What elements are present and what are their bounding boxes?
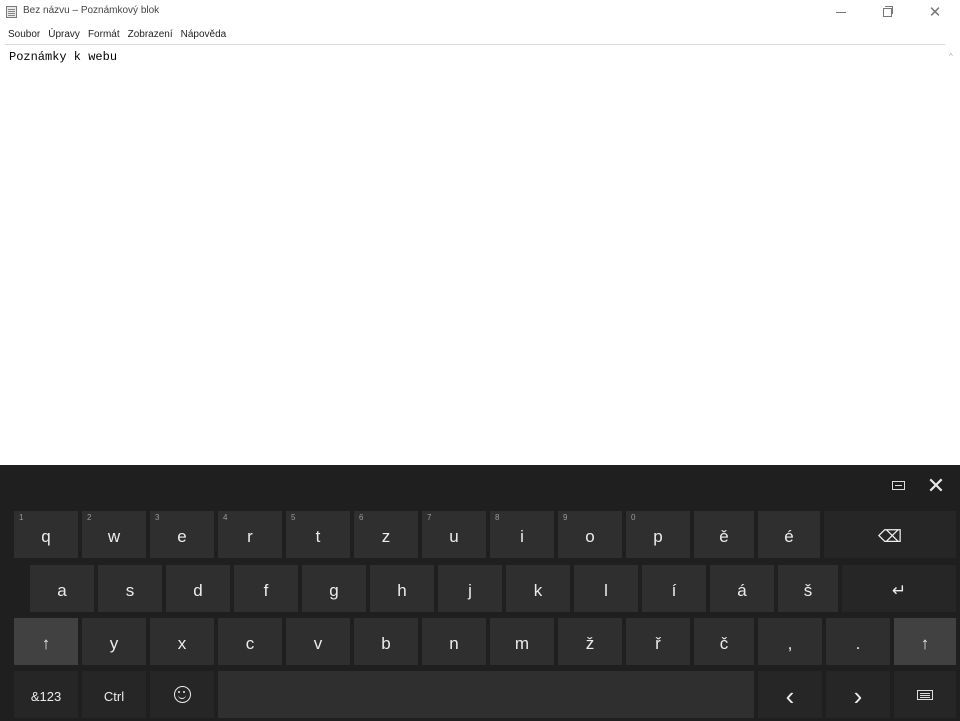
- vertical-scrollbar[interactable]: ^: [946, 44, 960, 465]
- key-z[interactable]: 6z: [354, 511, 418, 558]
- backspace-icon: ⌫: [877, 526, 903, 546]
- key-r[interactable]: 4r: [218, 511, 282, 558]
- key-p[interactable]: 0p: [626, 511, 690, 558]
- notepad-icon: [6, 6, 17, 18]
- key-h[interactable]: h: [370, 565, 434, 612]
- shift-icon: ↑: [920, 633, 930, 653]
- key-shift-left[interactable]: ↑: [14, 618, 78, 665]
- close-icon: ✕: [928, 4, 942, 21]
- key-n[interactable]: n: [422, 618, 486, 665]
- key-keyboard-layout[interactable]: [894, 671, 956, 718]
- key-a[interactable]: a: [30, 565, 94, 612]
- menu-bar: Soubor Úpravy Formát Zobrazení Nápověda: [0, 26, 234, 43]
- key-g[interactable]: g: [302, 565, 366, 612]
- undock-icon: [891, 480, 905, 490]
- key-t[interactable]: 5t: [286, 511, 350, 558]
- key-s-caron[interactable]: š: [778, 565, 838, 612]
- key-l[interactable]: l: [574, 565, 638, 612]
- key-enter[interactable]: ↵: [842, 565, 956, 612]
- key-q[interactable]: 1q: [14, 511, 78, 558]
- key-z-caron[interactable]: ž: [558, 618, 622, 665]
- key-left[interactable]: ‹: [758, 671, 822, 718]
- menu-format[interactable]: Formát: [88, 26, 120, 43]
- key-d[interactable]: d: [166, 565, 230, 612]
- key-c-caron[interactable]: č: [694, 618, 754, 665]
- text-editor[interactable]: Poznámky k webu: [5, 44, 945, 465]
- maximize-button[interactable]: [864, 0, 910, 24]
- key-symbols[interactable]: &123: [14, 671, 78, 718]
- keyboard-icon: [917, 689, 933, 700]
- menu-upravy[interactable]: Úpravy: [48, 26, 80, 43]
- key-e[interactable]: 3e: [150, 511, 214, 558]
- touch-keyboard: ✕ 1q 2w 3e 4r 5t 6z 7u 8i 9o 0p ě é ⌫ a …: [0, 465, 960, 721]
- key-y[interactable]: y: [82, 618, 146, 665]
- key-w[interactable]: 2w: [82, 511, 146, 558]
- key-backspace[interactable]: ⌫: [824, 511, 956, 558]
- restore-icon: [882, 5, 893, 17]
- key-m[interactable]: m: [490, 618, 554, 665]
- menu-napoveda[interactable]: Nápověda: [181, 26, 227, 43]
- close-button[interactable]: ✕: [912, 0, 958, 24]
- key-k[interactable]: k: [506, 565, 570, 612]
- close-keyboard-button[interactable]: ✕: [924, 475, 948, 497]
- key-i-acute[interactable]: í: [642, 565, 706, 612]
- key-space[interactable]: [218, 671, 754, 718]
- key-period[interactable]: .: [826, 618, 890, 665]
- key-c[interactable]: c: [218, 618, 282, 665]
- key-i[interactable]: 8i: [490, 511, 554, 558]
- key-b[interactable]: b: [354, 618, 418, 665]
- key-v[interactable]: v: [286, 618, 350, 665]
- key-right[interactable]: ›: [826, 671, 890, 718]
- key-u[interactable]: 7u: [422, 511, 486, 558]
- key-r-caron[interactable]: ř: [626, 618, 690, 665]
- key-s[interactable]: s: [98, 565, 162, 612]
- emoji-icon: [173, 686, 191, 703]
- menu-soubor[interactable]: Soubor: [8, 26, 40, 43]
- key-f[interactable]: f: [234, 565, 298, 612]
- key-a-acute[interactable]: á: [710, 565, 774, 612]
- key-comma[interactable]: ,: [758, 618, 822, 665]
- enter-icon: ↵: [891, 580, 907, 600]
- window-title: Bez názvu – Poznámkový blok: [23, 5, 160, 16]
- key-o[interactable]: 9o: [558, 511, 622, 558]
- shift-icon: ↑: [41, 633, 51, 653]
- key-ctrl[interactable]: Ctrl: [82, 671, 146, 718]
- chevron-left-icon: ‹: [785, 681, 795, 711]
- key-emoji[interactable]: [150, 671, 214, 718]
- key-e-acute[interactable]: é: [758, 511, 820, 558]
- title-bar: Bez názvu – Poznámkový blok ✕: [0, 0, 960, 24]
- key-x[interactable]: x: [150, 618, 214, 665]
- undock-keyboard-button[interactable]: [888, 475, 908, 495]
- key-e-caron[interactable]: ě: [694, 511, 754, 558]
- minimize-button[interactable]: [818, 0, 864, 24]
- scroll-up-icon[interactable]: ^: [949, 52, 953, 61]
- minimize-icon: [836, 11, 846, 13]
- menu-zobrazeni[interactable]: Zobrazení: [128, 26, 173, 43]
- chevron-right-icon: ›: [853, 681, 863, 711]
- key-j[interactable]: j: [438, 565, 502, 612]
- editor-content[interactable]: Poznámky k webu: [9, 50, 117, 64]
- key-shift-right[interactable]: ↑: [894, 618, 956, 665]
